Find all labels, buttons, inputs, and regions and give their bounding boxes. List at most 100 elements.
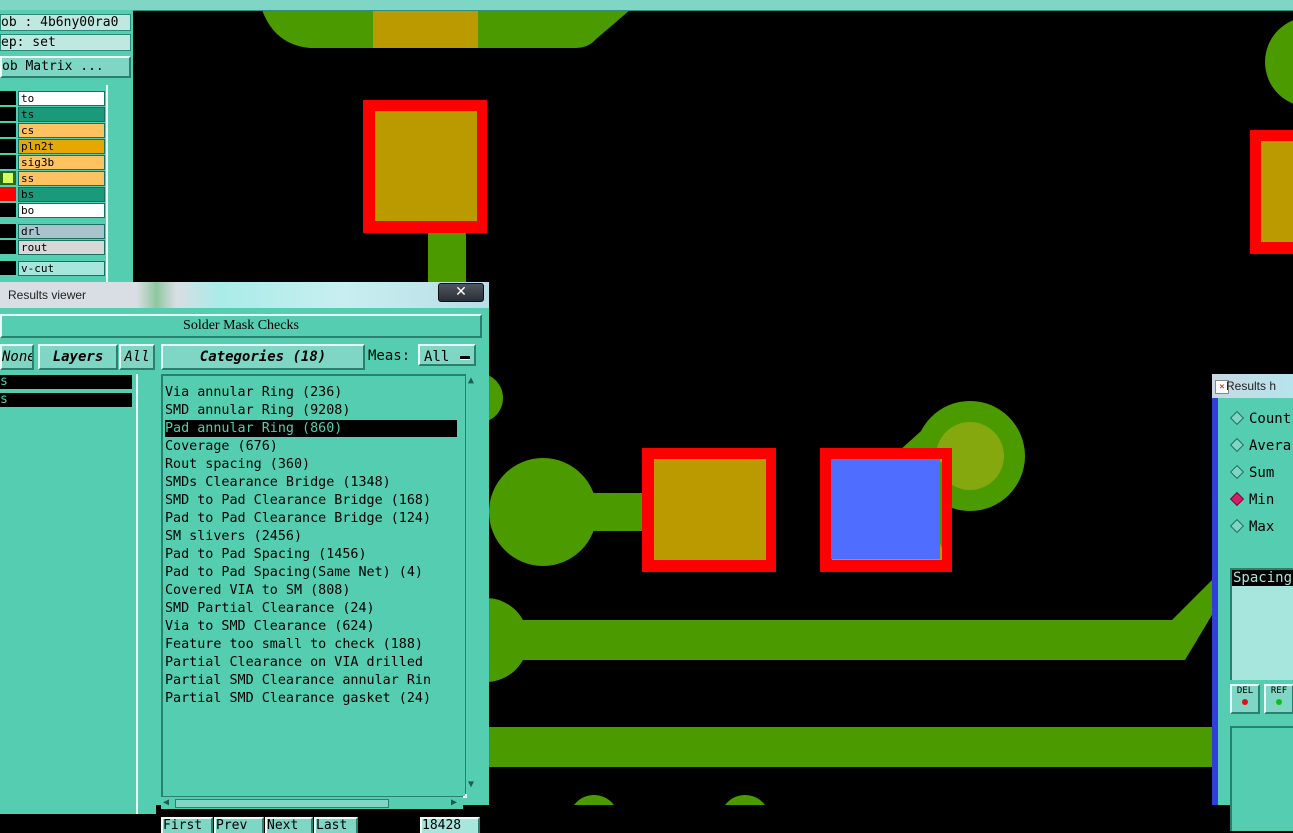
option-count[interactable]: Count [1229, 410, 1291, 428]
layer-row[interactable]: bo [0, 203, 105, 218]
layers-scrollbar[interactable] [138, 374, 156, 814]
list-item[interactable]: s [0, 393, 132, 407]
results-histogram-titlebar[interactable]: ✕ Results h [1212, 374, 1293, 399]
radio-diamond-icon[interactable] [1229, 491, 1245, 507]
layer-row[interactable]: drl [0, 224, 105, 239]
job-matrix-button[interactable]: ob Matrix ... [0, 56, 131, 78]
layer-name: to [18, 91, 105, 106]
layer-list-scrollbar[interactable] [106, 85, 133, 290]
layer-indicator[interactable] [0, 91, 16, 105]
layers-button[interactable]: Layers [38, 344, 118, 370]
layer-name: cs [18, 123, 105, 138]
layer-name: bs [18, 187, 105, 202]
layer-indicator[interactable] [0, 203, 16, 217]
category-item[interactable]: Partial SMD Clearance gasket (24) [165, 690, 431, 707]
layer-row[interactable]: bs [0, 187, 105, 202]
ref-button[interactable]: REF [1264, 684, 1293, 714]
layer-indicator[interactable] [0, 224, 16, 238]
category-item[interactable]: Coverage (676) [165, 438, 278, 455]
list-item[interactable]: s [0, 375, 132, 389]
option-label: Max [1249, 519, 1275, 535]
layer-row[interactable]: to [0, 91, 105, 106]
option-avera[interactable]: Avera [1229, 437, 1291, 455]
layer-indicator[interactable] [0, 240, 16, 254]
option-label: Sum [1249, 465, 1275, 481]
ref-label: REF [1270, 686, 1288, 696]
scroll-right-icon[interactable]: ▶ [451, 798, 457, 808]
affected-layer-indicator[interactable] [0, 187, 16, 201]
category-item[interactable]: Feature too small to check (188) [165, 636, 423, 653]
layer-row[interactable]: sig3b [0, 155, 105, 170]
layer-row[interactable]: pln2t [0, 139, 105, 154]
first-button[interactable]: First [161, 817, 213, 833]
measure-field[interactable]: Spacing [1230, 568, 1293, 680]
results-histogram-window: ✕ Results h Count Avera Sum Min Max Spacing … [1212, 374, 1293, 831]
all-button[interactable]: All [119, 344, 155, 370]
layer-indicator[interactable] [0, 139, 16, 153]
category-item[interactable]: Partial SMD Clearance annular Rin [165, 672, 431, 689]
category-item[interactable]: SMD to Pad Clearance Bridge (168) [165, 492, 431, 509]
prev-button[interactable]: Prev [214, 817, 264, 833]
category-item[interactable]: Rout spacing (360) [165, 456, 310, 473]
categories-button[interactable]: Categories (18) [161, 344, 365, 370]
highlighted-pad [831, 459, 940, 559]
meas-select[interactable]: All [418, 344, 476, 366]
category-item[interactable]: SMDs Clearance Bridge (1348) [165, 474, 391, 491]
category-item[interactable]: Covered VIA to SM (808) [165, 582, 350, 599]
radio-diamond-icon[interactable] [1229, 437, 1245, 453]
scroll-down-icon[interactable]: ▼ [468, 780, 474, 790]
del-button[interactable]: DEL [1230, 684, 1260, 714]
category-item[interactable]: Via annular Ring (236) [165, 384, 342, 401]
layer-row[interactable]: ts [0, 107, 105, 122]
category-item[interactable]: Pad to Pad Spacing(Same Net) (4) [165, 564, 423, 581]
scroll-thumb[interactable] [175, 799, 389, 808]
job-field[interactable]: ob : 4b6ny00ra0 [0, 14, 131, 31]
scroll-up-icon[interactable]: ▲ [468, 376, 474, 386]
pad [375, 111, 477, 221]
layer-name: pln2t [18, 139, 105, 154]
none-button[interactable]: None [0, 344, 34, 370]
category-item[interactable]: Partial Clearance on VIA drilled [165, 654, 423, 671]
radio-diamond-icon[interactable] [1229, 518, 1245, 534]
layer-row[interactable]: v-cut [0, 261, 105, 276]
scroll-left-icon[interactable]: ◀ [163, 798, 169, 808]
category-item[interactable]: SM slivers (2456) [165, 528, 302, 545]
categories-hscrollbar[interactable]: ◀ ▶ [161, 796, 463, 809]
layers-list[interactable]: s s [0, 374, 138, 814]
categories-vscrollbar[interactable]: ▲ ▼ [465, 374, 480, 794]
layer-row[interactable]: ss [0, 171, 105, 186]
window-title: Results h [1226, 379, 1277, 393]
category-item[interactable]: Pad annular Ring (860) [165, 420, 457, 437]
results-viewer-titlebar[interactable]: Results viewer ✕ [0, 282, 489, 309]
option-max[interactable]: Max [1229, 518, 1275, 536]
layer-row[interactable]: cs [0, 123, 105, 138]
index-field[interactable]: 18428 [420, 817, 480, 833]
categories-list[interactable]: Via annular Ring (236) SMD annular Ring (… [161, 374, 467, 798]
category-item[interactable]: Pad to Pad Clearance Bridge (124) [165, 510, 431, 527]
step-field[interactable]: ep: set [0, 34, 131, 51]
layer-row[interactable]: rout [0, 240, 105, 255]
category-item[interactable]: Pad to Pad Spacing (1456) [165, 546, 367, 563]
category-item[interactable]: Via to SMD Clearance (624) [165, 618, 375, 635]
layer-indicator[interactable] [0, 107, 16, 121]
results-viewer-window: Results viewer ✕ Solder Mask Checks None… [0, 282, 489, 833]
close-button[interactable]: ✕ [438, 283, 484, 302]
category-item[interactable]: SMD annular Ring (9208) [165, 402, 350, 419]
category-item[interactable]: SMD Partial Clearance (24) [165, 600, 375, 617]
radio-diamond-icon[interactable] [1229, 410, 1245, 426]
last-button[interactable]: Last [314, 817, 358, 833]
layer-name: drl [18, 224, 105, 239]
close-icon: ✕ [455, 284, 467, 300]
next-button[interactable]: Next [265, 817, 313, 833]
pad [373, 10, 478, 48]
option-sum[interactable]: Sum [1229, 464, 1275, 482]
arrow-icon[interactable] [0, 171, 16, 185]
measure-value: Spacing [1232, 570, 1293, 586]
layer-indicator[interactable] [0, 261, 16, 275]
layer-indicator[interactable] [0, 123, 16, 137]
radio-diamond-icon[interactable] [1229, 464, 1245, 480]
layer-indicator[interactable] [0, 155, 16, 169]
layer-name: v-cut [18, 261, 105, 276]
top-toolbar-strip [0, 0, 1293, 11]
option-min[interactable]: Min [1229, 491, 1274, 509]
